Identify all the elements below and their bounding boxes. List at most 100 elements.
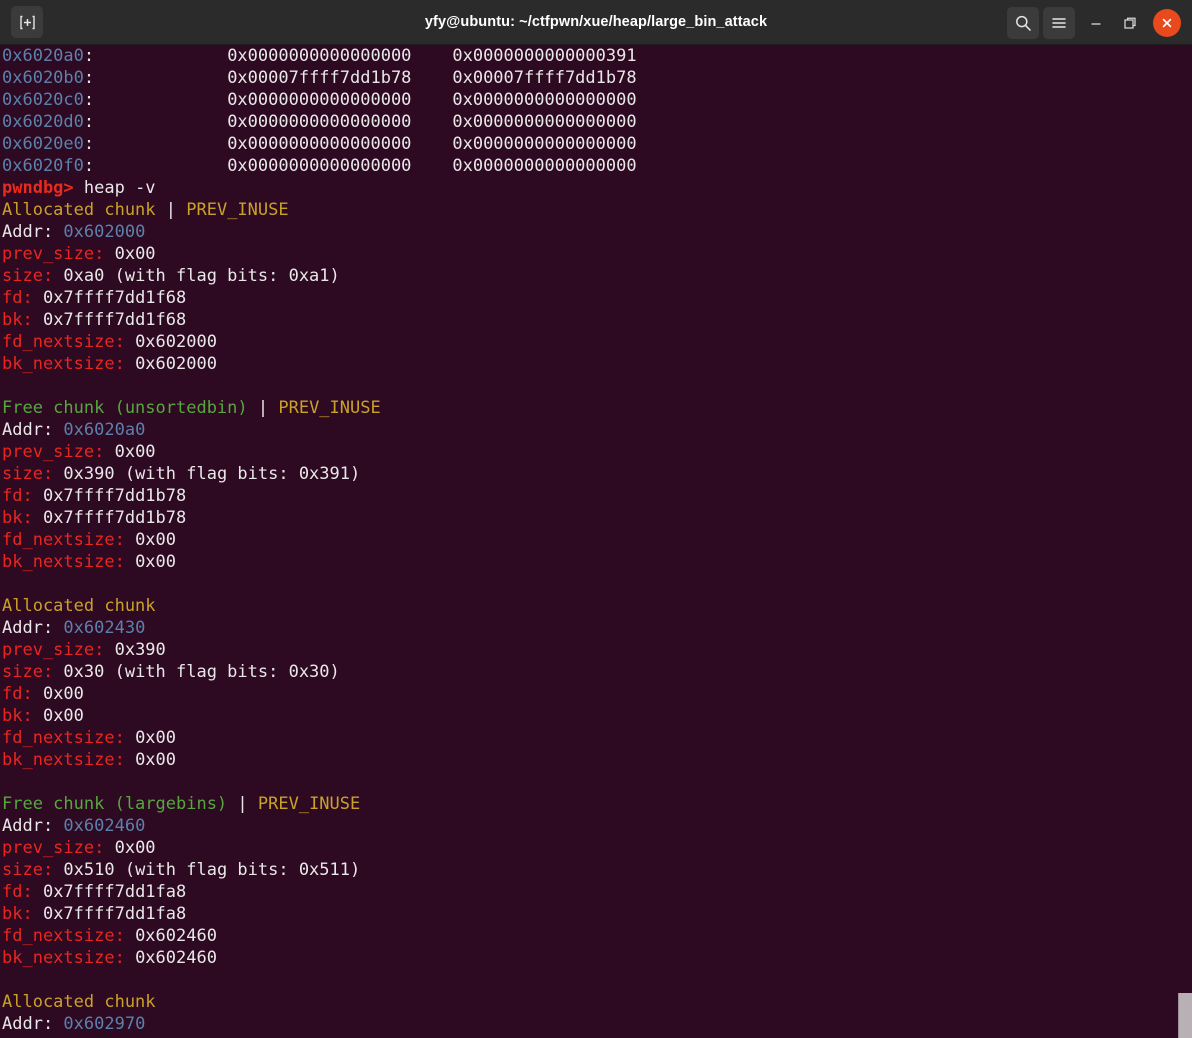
memory-word-1: 0x0000000000000000 [227, 46, 453, 66]
size-value: 0xa0 (with flag bits: 0xa1) [53, 266, 340, 286]
chunk-field-bk: bk: 0x00 [2, 705, 1192, 727]
fd-nextsize-value: 0x602000 [124, 332, 217, 352]
chunk-header: Allocated chunk [2, 595, 1192, 617]
fd-value: 0x7ffff7dd1fa8 [32, 882, 187, 902]
fd-label: fd: [2, 684, 33, 704]
chunk-header: Free chunk (unsortedbin) | PREV_INUSE [2, 397, 1192, 419]
fd-nextsize-value: 0x00 [124, 728, 177, 748]
search-button[interactable] [1007, 6, 1039, 39]
close-icon [1162, 18, 1172, 27]
flag-separator: | [155, 200, 187, 220]
chunk-flag: PREV_INUSE [186, 200, 289, 220]
memory-address: 0x6020b0 [2, 68, 84, 88]
vertical-scrollbar-thumb[interactable] [1178, 993, 1192, 1038]
window-titlebar: yfy@ubuntu: ~/ctfpwn/xue/heap/large_bin_… [0, 0, 1192, 45]
chunk-field-prev-size: prev_size: 0x390 [2, 639, 1192, 661]
memory-word-1: 0x0000000000000000 [227, 156, 453, 176]
fd-nextsize-label: fd_nextsize: [2, 728, 125, 748]
chunk-addr-line: Addr: 0x602000 [2, 221, 1192, 243]
memory-address: 0x6020f0 [2, 156, 84, 176]
maximize-button[interactable] [1113, 6, 1147, 40]
size-label: size: [2, 464, 54, 484]
prompt-line: pwndbg> heap -v [2, 177, 1192, 199]
chunk-field-fd-nextsize: fd_nextsize: 0x00 [2, 727, 1192, 749]
fd-nextsize-label: fd_nextsize: [2, 332, 125, 352]
menu-button[interactable] [1043, 6, 1075, 39]
chunk-field-bk-nextsize: bk_nextsize: 0x602460 [2, 947, 1192, 969]
prev-size-label: prev_size: [2, 442, 105, 462]
chunk-flag: PREV_INUSE [278, 398, 381, 418]
memory-dump-row: 0x6020f0: 0x0000000000000000 0x000000000… [2, 155, 1192, 177]
new-tab-button[interactable] [11, 6, 43, 38]
chunk-addr-line: Addr: 0x602970 [2, 1013, 1192, 1035]
memory-word-1: 0x00007ffff7dd1b78 [227, 68, 453, 88]
memory-dump-row: 0x6020c0: 0x0000000000000000 0x000000000… [2, 89, 1192, 111]
fd-value: 0x7ffff7dd1f68 [32, 288, 187, 308]
pwndbg-prompt: pwndbg> [2, 178, 74, 198]
bk-label: bk: [2, 706, 33, 726]
command-text: heap -v [73, 178, 156, 198]
memory-dump-row: 0x6020d0: 0x0000000000000000 0x000000000… [2, 111, 1192, 133]
colon-spacer: : [83, 90, 228, 110]
chunk-field-bk: bk: 0x7ffff7dd1fa8 [2, 903, 1192, 925]
bk-nextsize-value: 0x602000 [124, 354, 217, 374]
bk-nextsize-label: bk_nextsize: [2, 354, 125, 374]
memory-word-2: 0x0000000000000391 [452, 46, 637, 66]
memory-address: 0x6020d0 [2, 112, 84, 132]
chunk-field-fd: fd: 0x7ffff7dd1f68 [2, 287, 1192, 309]
bk-nextsize-value: 0x00 [124, 552, 177, 572]
chunk-field-bk: bk: 0x7ffff7dd1f68 [2, 309, 1192, 331]
prev-size-value: 0x00 [104, 442, 156, 462]
chunk-field-bk: bk: 0x7ffff7dd1b78 [2, 507, 1192, 529]
chunk-header: Allocated chunk | PREV_INUSE [2, 199, 1192, 221]
addr-label: Addr: [2, 618, 64, 638]
minimize-icon [1091, 22, 1101, 25]
titlebar-left-group [0, 6, 43, 38]
size-value: 0x510 (with flag bits: 0x511) [53, 860, 361, 880]
memory-dump-row: 0x6020b0: 0x00007ffff7dd1b78 0x00007ffff… [2, 67, 1192, 89]
fd-value: 0x7ffff7dd1b78 [32, 486, 187, 506]
addr-label: Addr: [2, 1014, 64, 1034]
chunk-type-label: Allocated chunk [2, 596, 156, 616]
minimize-button[interactable] [1079, 6, 1113, 40]
terminal-viewport[interactable]: 0x6020a0: 0x0000000000000000 0x000000000… [0, 45, 1192, 1038]
memory-word-2: 0x0000000000000000 [452, 112, 637, 132]
size-label: size: [2, 860, 54, 880]
prev-size-label: prev_size: [2, 640, 105, 660]
fd-label: fd: [2, 882, 33, 902]
prev-size-value: 0x00 [104, 838, 156, 858]
colon-spacer: : [83, 134, 228, 154]
memory-word-1: 0x0000000000000000 [227, 134, 453, 154]
chunk-field-fd: fd: 0x7ffff7dd1b78 [2, 485, 1192, 507]
chunk-type-label: Free chunk (unsortedbin) [2, 398, 248, 418]
addr-value: 0x602000 [63, 222, 146, 242]
addr-label: Addr: [2, 420, 64, 440]
colon-spacer: : [83, 156, 228, 176]
fd-nextsize-value: 0x602460 [124, 926, 217, 946]
chunk-addr-line: Addr: 0x6020a0 [2, 419, 1192, 441]
chunk-field-prev-size: prev_size: 0x00 [2, 441, 1192, 463]
memory-word-2: 0x0000000000000000 [452, 90, 637, 110]
chunk-field-fd: fd: 0x00 [2, 683, 1192, 705]
fd-label: fd: [2, 288, 33, 308]
bk-label: bk: [2, 310, 33, 330]
flag-separator: | [227, 794, 258, 814]
size-value: 0x390 (with flag bits: 0x391) [53, 464, 361, 484]
bk-nextsize-value: 0x00 [124, 750, 177, 770]
colon-spacer: : [83, 46, 228, 66]
chunk-header: Allocated chunk [2, 991, 1192, 1013]
bk-nextsize-label: bk_nextsize: [2, 552, 125, 572]
prev-size-label: prev_size: [2, 244, 105, 264]
chunk-field-size: size: 0xa0 (with flag bits: 0xa1) [2, 265, 1192, 287]
bk-nextsize-value: 0x602460 [124, 948, 217, 968]
addr-value: 0x602970 [63, 1014, 146, 1034]
fd-nextsize-value: 0x00 [124, 530, 177, 550]
size-label: size: [2, 662, 54, 682]
close-button[interactable] [1153, 8, 1181, 37]
chunk-field-bk-nextsize: bk_nextsize: 0x00 [2, 551, 1192, 573]
terminal-output: 0x6020a0: 0x0000000000000000 0x000000000… [2, 45, 1192, 1035]
